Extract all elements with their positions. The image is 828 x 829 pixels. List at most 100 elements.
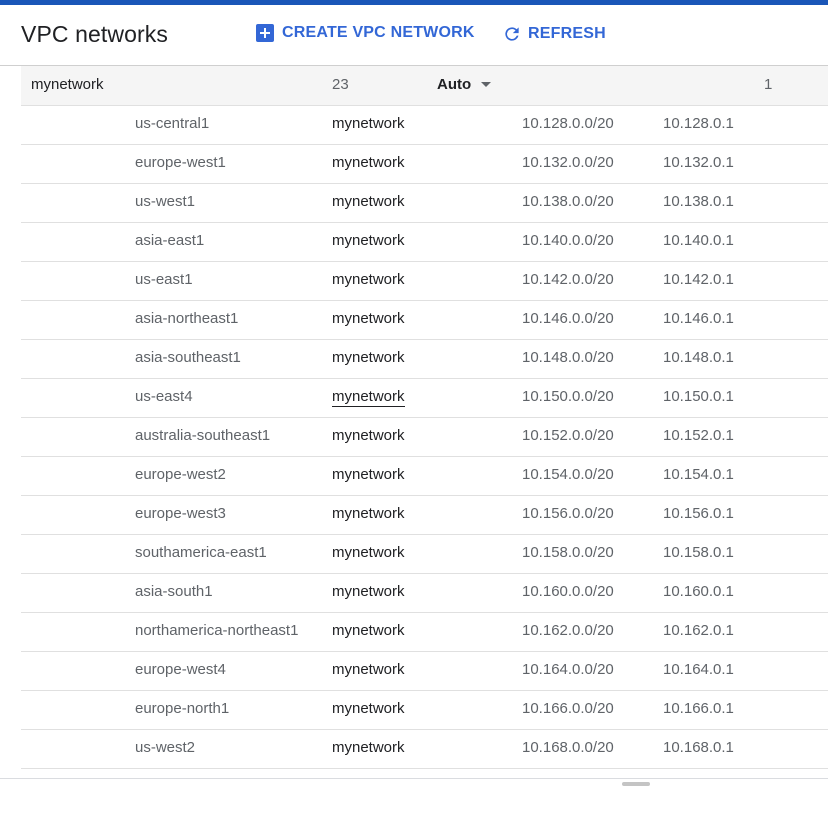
subnet-gateway: 10.132.0.1 (663, 154, 734, 171)
horizontal-scrollbar-handle[interactable] (622, 782, 650, 786)
mode-value: Auto (437, 76, 472, 93)
subnet-ip-range: 10.148.0.0/20 (522, 349, 614, 366)
subnet-ip-range: 10.152.0.0/20 (522, 427, 614, 444)
table-row[interactable]: europe-west3 mynetwork 10.156.0.0/20 10.156… (21, 496, 828, 535)
mode-dropdown[interactable]: Auto (437, 76, 492, 93)
subnet-gateway: 10.138.0.1 (663, 193, 734, 210)
table-row[interactable]: asia-east1 mynetwork 10.140.0.0/20 10.140.0… (21, 223, 828, 262)
subnet-network-link[interactable]: mynetwork (332, 271, 405, 288)
subnet-network-link[interactable]: mynetwork (332, 661, 405, 678)
refresh-button[interactable]: REFRESH (502, 24, 606, 44)
subnet-ip-range: 10.128.0.0/20 (522, 115, 614, 132)
subnet-ip-range: 10.168.0.0/20 (522, 739, 614, 756)
subnet-ip-range: 10.138.0.0/20 (522, 193, 614, 210)
refresh-icon (502, 24, 522, 44)
network-name[interactable]: mynetwork (31, 76, 104, 93)
bottom-divider (0, 778, 828, 779)
subnet-network-link[interactable]: mynetwork (332, 232, 405, 249)
page-title: VPC networks (21, 21, 168, 47)
subnet-region: us-east1 (135, 271, 193, 288)
network-row[interactable]: mynetwork 23 Auto 1 (21, 66, 828, 106)
subnet-ip-range: 10.146.0.0/20 (522, 310, 614, 327)
subnet-gateway: 10.128.0.1 (663, 115, 734, 132)
subnet-ip-range: 10.166.0.0/20 (522, 700, 614, 717)
subnet-ip-range: 10.160.0.0/20 (522, 583, 614, 600)
subnet-network-link[interactable]: mynetwork (332, 427, 405, 444)
subnet-region: asia-northeast1 (135, 310, 239, 327)
subnet-ip-range: 10.132.0.0/20 (522, 154, 614, 171)
subnet-gateway: 10.166.0.1 (663, 700, 734, 717)
subnet-table: us-central1 mynetwork 10.128.0.0/20 10.128.… (21, 106, 828, 769)
subnet-region: southamerica-east1 (135, 544, 267, 561)
subnet-network-link[interactable]: mynetwork (332, 310, 405, 327)
subnet-ip-range: 10.140.0.0/20 (522, 232, 614, 249)
create-vpc-network-label: CREATE VPC NETWORK (282, 24, 475, 41)
table-row[interactable]: us-west1 mynetwork 10.138.0.0/20 10.138.0.1 (21, 184, 828, 223)
subnet-gateway: 10.164.0.1 (663, 661, 734, 678)
subnet-gateway: 10.146.0.1 (663, 310, 734, 327)
table-row[interactable]: southamerica-east1 mynetwork 10.158.0.0/20… (21, 535, 828, 574)
subnet-network-link[interactable]: mynetwork (332, 349, 405, 366)
table-row[interactable]: europe-west2 mynetwork 10.154.0.0/20 10.154… (21, 457, 828, 496)
subnet-network-link[interactable]: mynetwork (332, 388, 405, 407)
table-row[interactable]: europe-north1 mynetwork 10.166.0.0/20 10.16… (21, 691, 828, 730)
subnet-ip-range: 10.158.0.0/20 (522, 544, 614, 561)
table-row[interactable]: us-west2 mynetwork 10.168.0.0/20 10.168.0.1 (21, 730, 828, 769)
subnet-region: us-east4 (135, 388, 193, 405)
subnet-ip-range: 10.142.0.0/20 (522, 271, 614, 288)
subnet-network-link[interactable]: mynetwork (332, 466, 405, 483)
table-row[interactable]: us-east4 mynetwork 10.150.0.0/20 10.150.0.1 (21, 379, 828, 418)
subnet-network-link[interactable]: mynetwork (332, 622, 405, 639)
subnet-gateway: 10.160.0.1 (663, 583, 734, 600)
subnet-region: asia-east1 (135, 232, 205, 249)
table-row[interactable]: asia-southeast1 mynetwork 10.148.0.0/20 10.… (21, 340, 828, 379)
table-row[interactable]: australia-southeast1 mynetwork 10.152.0.0/… (21, 418, 828, 457)
subnet-region: us-west2 (135, 739, 196, 756)
caret-down-icon (481, 82, 492, 87)
subnet-network-link[interactable]: mynetwork (332, 115, 405, 132)
subnet-network-link[interactable]: mynetwork (332, 154, 405, 171)
subnet-ip-range: 10.154.0.0/20 (522, 466, 614, 483)
create-vpc-network-button[interactable]: CREATE VPC NETWORK (256, 24, 475, 42)
subnet-ip-range: 10.156.0.0/20 (522, 505, 614, 522)
subnet-gateway: 10.142.0.1 (663, 271, 734, 288)
subnet-count: 23 (332, 76, 349, 93)
subnet-gateway: 10.148.0.1 (663, 349, 734, 366)
subnet-gateway: 10.158.0.1 (663, 544, 734, 561)
subnet-network-link[interactable]: mynetwork (332, 505, 405, 522)
subnet-region: asia-southeast1 (135, 349, 241, 366)
refresh-label: REFRESH (528, 25, 606, 42)
subnet-network-link[interactable]: mynetwork (332, 583, 405, 600)
subnet-network-link[interactable]: mynetwork (332, 544, 405, 561)
table-row[interactable]: us-central1 mynetwork 10.128.0.0/20 10.128.… (21, 106, 828, 145)
subnet-region: europe-west1 (135, 154, 226, 171)
subnet-gateway: 10.140.0.1 (663, 232, 734, 249)
table-row[interactable]: europe-west4 mynetwork 10.164.0.0/20 10.164… (21, 652, 828, 691)
subnet-region: australia-southeast1 (135, 427, 271, 444)
add-box-icon (256, 24, 274, 42)
subnet-ip-range: 10.164.0.0/20 (522, 661, 614, 678)
table-row[interactable]: asia-northeast1 mynetwork 10.146.0.0/20 10.… (21, 301, 828, 340)
subnet-region: europe-north1 (135, 700, 230, 717)
subnet-network-link[interactable]: mynetwork (332, 739, 405, 756)
subnet-ip-range: 10.150.0.0/20 (522, 388, 614, 405)
table-row[interactable]: europe-west1 mynetwork 10.132.0.0/20 10.132… (21, 145, 828, 184)
table-row[interactable]: us-east1 mynetwork 10.142.0.0/20 10.142.0.1 (21, 262, 828, 301)
subnet-region: us-west1 (135, 193, 196, 210)
subnet-network-link[interactable]: mynetwork (332, 193, 405, 210)
subnet-region: europe-west4 (135, 661, 226, 678)
subnet-region: asia-south1 (135, 583, 213, 600)
table-row[interactable]: asia-south1 mynetwork 10.160.0.0/20 10.160.… (21, 574, 828, 613)
subnet-gateway: 10.150.0.1 (663, 388, 734, 405)
subnet-region: us-central1 (135, 115, 210, 132)
table-row[interactable]: northamerica-northeast1 mynetwork 10.162.0… (21, 613, 828, 652)
subnet-region: europe-west2 (135, 466, 226, 483)
subnet-region: northamerica-northeast1 (135, 622, 299, 639)
subnet-gateway: 10.162.0.1 (663, 622, 734, 639)
subnet-gateway: 10.154.0.1 (663, 466, 734, 483)
subnet-region: europe-west3 (135, 505, 226, 522)
subnet-network-link[interactable]: mynetwork (332, 700, 405, 717)
subnet-ip-range: 10.162.0.0/20 (522, 622, 614, 639)
subnet-gateway: 10.152.0.1 (663, 427, 734, 444)
subnet-gateway: 10.156.0.1 (663, 505, 734, 522)
